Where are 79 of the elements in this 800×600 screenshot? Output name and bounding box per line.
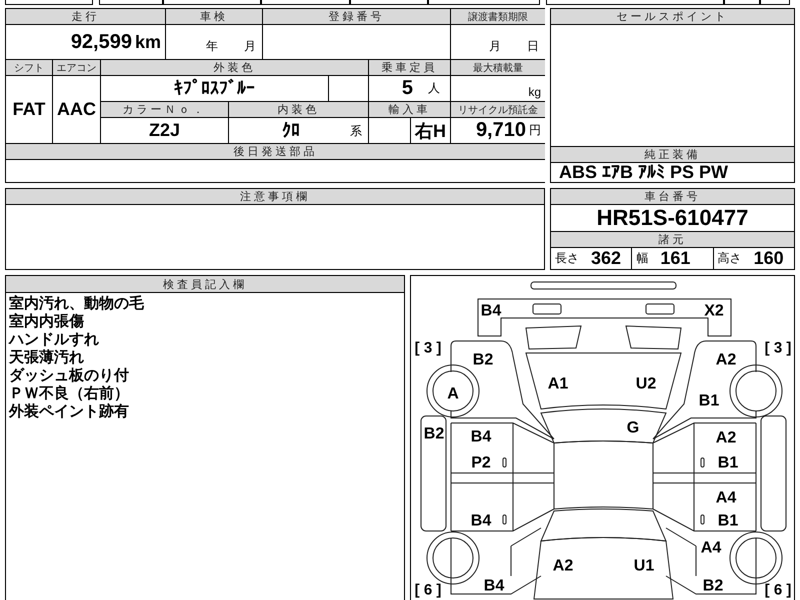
spec-value: 362 xyxy=(591,248,622,269)
column-header: 諸元 xyxy=(551,232,794,247)
damage-code: G xyxy=(626,420,640,436)
unit-label: 人 xyxy=(428,80,440,97)
damage-code: A2 xyxy=(552,558,574,574)
spec-value: 161 xyxy=(660,248,690,269)
spec-label: 高さ xyxy=(718,250,742,267)
damage-code: P2 xyxy=(471,454,491,472)
note-line: 外装ペイント跡有 xyxy=(9,403,129,421)
damage-code: B2 xyxy=(424,426,444,442)
section-number: [ 3 ] xyxy=(414,340,442,356)
column-header: 走行 xyxy=(6,9,165,24)
note-line: 室内内張傷 xyxy=(9,313,84,331)
column-header: 注意事項欄 xyxy=(6,189,544,204)
aircon-value: AAC xyxy=(53,76,100,143)
damage-code: U2 xyxy=(636,376,656,392)
unit-label: 日 xyxy=(527,38,539,55)
column-header: 後日発送部品 xyxy=(6,144,545,159)
damage-code: B1 xyxy=(718,454,738,472)
damage-code: B4 xyxy=(484,578,504,594)
recycle-fee-value: 9,710 xyxy=(476,119,526,142)
damage-code: A2 xyxy=(716,352,736,368)
spec-label: 幅 xyxy=(636,250,648,267)
note-line: ＰＷ不良（右前） xyxy=(9,385,129,403)
unit-label: 円 xyxy=(529,122,541,139)
note-line: 室内汚れ、動物の毛 xyxy=(9,295,144,312)
column-header: 車検 xyxy=(166,9,262,24)
damage-code: B4 xyxy=(470,512,492,530)
unit-label: kg xyxy=(528,85,541,99)
unit-label: 系 xyxy=(350,123,362,140)
damage-code: U1 xyxy=(634,558,654,574)
note-line: ダッシュ板のり付 xyxy=(9,367,129,385)
damage-code: B2 xyxy=(702,578,724,594)
column-header: 登録番号 xyxy=(263,9,450,24)
column-header: シフト xyxy=(6,60,52,75)
column-header: 譲渡書類期限 xyxy=(451,9,545,24)
column-header: 外装色 xyxy=(101,60,368,75)
damage-code: B2 xyxy=(472,352,494,368)
damage-code: B4 xyxy=(480,302,502,320)
column-header: 純正装備 xyxy=(551,147,794,162)
damage-code: B4 xyxy=(470,428,492,446)
damage-code: A4 xyxy=(716,490,736,506)
damage-code: B1 xyxy=(718,512,738,530)
unit-label: 月 xyxy=(489,38,501,55)
exterior-color-value: ｷﾌﾟﾛｽﾌﾞﾙｰ xyxy=(101,76,328,101)
equipment-value: ABS ｴｱB ｱﾙﾐ PS PW xyxy=(551,163,794,182)
column-header: 検査員記入欄 xyxy=(6,276,404,292)
damage-code: A1 xyxy=(548,376,568,392)
capacity-value: 5 xyxy=(402,77,413,100)
column-header: 車台番号 xyxy=(551,189,794,204)
column-header: セールスポイント xyxy=(551,9,794,24)
section-number: [ 6 ] xyxy=(414,582,442,598)
damage-code: A xyxy=(447,386,459,402)
column-header: 乗車定員 xyxy=(369,60,450,75)
damage-code: B1 xyxy=(698,392,720,410)
unit-label: 月 xyxy=(244,38,256,55)
steering-value: 右H xyxy=(411,118,450,143)
section-number: [ 3 ] xyxy=(764,340,792,356)
unit-label: km xyxy=(134,32,161,52)
color-number-value: Z2J xyxy=(101,118,228,143)
spec-label: 長さ xyxy=(555,250,579,267)
spec-value: 160 xyxy=(754,248,784,269)
interior-color-value: ｸﾛ xyxy=(282,120,300,141)
damage-code: X2 xyxy=(704,302,724,320)
column-header: カラーＮｏ． xyxy=(101,102,228,117)
mileage-value: 92,599 xyxy=(70,30,132,54)
column-header: 輸入車 xyxy=(369,102,450,117)
unit-label: 年 xyxy=(206,38,218,55)
chassis-number-value: HR51S-610477 xyxy=(551,205,794,231)
damage-code: A2 xyxy=(716,430,736,446)
column-header: リサイクル預託金 xyxy=(451,102,545,117)
section-number: [ 6 ] xyxy=(764,582,792,598)
column-header: 内装色 xyxy=(229,102,368,117)
column-header: 最大積載量 xyxy=(451,60,545,75)
note-line: 天張薄汚れ xyxy=(9,349,84,367)
column-header: エアコン xyxy=(53,60,100,75)
damage-code: A4 xyxy=(700,540,722,556)
shift-value: FAT xyxy=(6,76,52,143)
note-line: ハンドルすれ xyxy=(9,331,99,349)
